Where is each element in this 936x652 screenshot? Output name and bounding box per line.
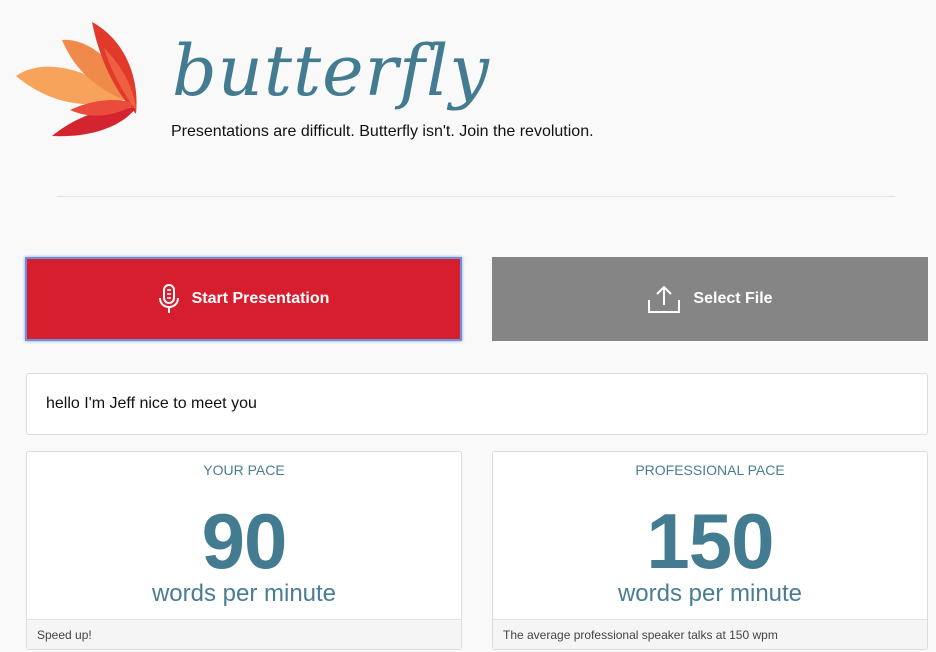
brand-title: butterfly [172,30,490,112]
select-file-label: Select File [693,290,773,307]
professional-pace-footer: The average professional speaker talks a… [493,619,927,649]
your-pace-value: 90 [201,497,288,585]
your-pace-panel: YOUR PACE 90 words per minute Speed up! [26,451,462,650]
professional-pace-value: 150 [646,497,774,585]
start-presentation-label: Start Presentation [191,290,330,307]
tagline: Presentations are difficult. Butterfly i… [171,123,594,140]
start-presentation-button[interactable]: Start Presentation [25,257,462,341]
select-file-button[interactable]: Select File [492,257,928,341]
upload-icon [648,285,681,313]
transcript-box: hello I'm Jeff nice to meet you [26,373,928,435]
your-pace-footer: Speed up! [27,619,461,649]
transcript-text: hello I'm Jeff nice to meet you [46,395,257,412]
your-pace-label: YOUR PACE [203,462,285,478]
butterfly-logo-icon [12,18,142,140]
professional-pace-label: PROFESSIONAL PACE [635,462,785,478]
professional-pace-unit: words per minute [617,580,803,607]
your-pace-unit: words per minute [151,580,337,607]
microphone-icon [158,284,179,313]
professional-pace-panel: PROFESSIONAL PACE 150 words per minute T… [492,451,928,650]
header-divider [57,196,895,197]
